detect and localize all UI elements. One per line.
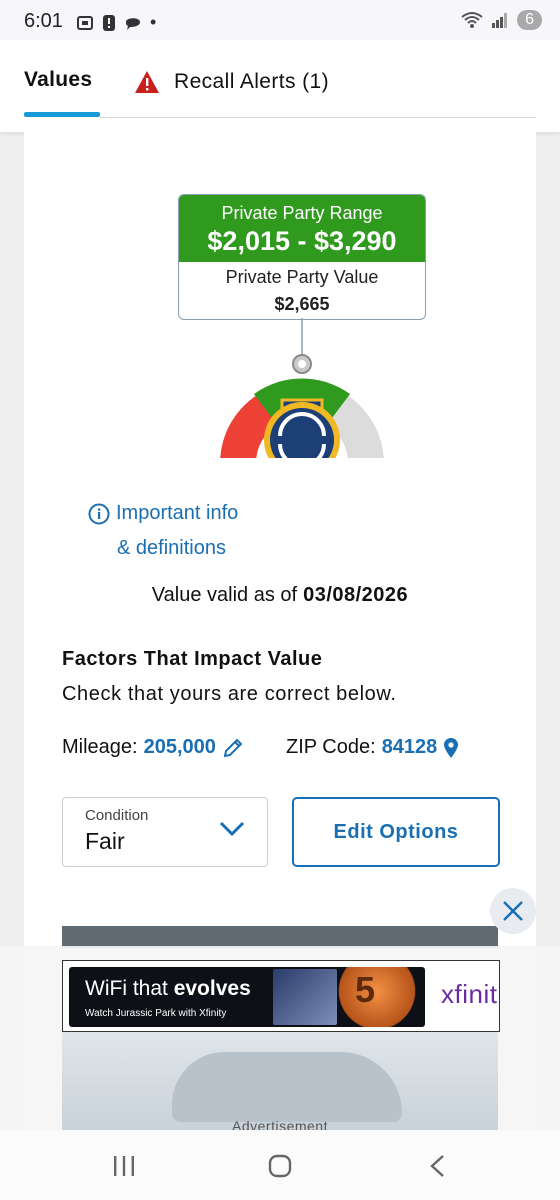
condition-value: Fair: [85, 828, 125, 854]
condition-select[interactable]: Condition Fair: [62, 797, 268, 867]
valid-prefix: Value valid as of: [151, 584, 298, 606]
ad-movie-poster: [273, 969, 337, 1025]
private-party-value: $2,665: [274, 294, 330, 314]
status-time: 6:01: [24, 10, 63, 32]
system-nav-bar: [0, 1130, 560, 1200]
ad-badge: [337, 967, 417, 1027]
factors-subtitle: Check that yours are correct below.: [62, 683, 397, 705]
ad-dark-panel: WiFi that evolves Watch Jurassic Park wi…: [69, 967, 425, 1027]
active-tab-indicator: [24, 112, 100, 117]
valid-date: 03/08/2026: [303, 584, 409, 606]
recents-icon[interactable]: [112, 1154, 136, 1178]
warning-icon: [135, 71, 159, 93]
important-info-link[interactable]: Important info & definitions: [88, 496, 238, 566]
signal-icon: [492, 13, 508, 28]
ad-subline: Watch Jurassic Park with Xfinity: [85, 1008, 227, 1019]
ad-banner[interactable]: WiFi that evolves Watch Jurassic Park wi…: [62, 960, 500, 1032]
mileage-label: Mileage:: [62, 736, 138, 758]
range-label: Private Party Range: [221, 203, 383, 223]
pencil-icon[interactable]: [222, 737, 244, 759]
factors-title: Factors That Impact Value: [62, 648, 323, 670]
ad-overlay: WiFi that evolves Watch Jurassic Park wi…: [0, 946, 560, 1134]
info-link-line2: & definitions: [117, 537, 226, 559]
zip-label: ZIP Code:: [286, 736, 376, 758]
ad-headline: WiFi that evolves: [85, 977, 251, 1000]
home-icon[interactable]: [268, 1154, 292, 1178]
value-range-box: Private Party Range $2,015 - $3,290 Priv…: [178, 194, 426, 320]
private-party-value-label: Private Party Value: [225, 267, 379, 287]
close-ad-button[interactable]: [490, 888, 536, 934]
tab-bar: Values Recall Alerts (1): [0, 40, 560, 132]
status-bar: 6:01 • 6: [0, 0, 560, 40]
value-valid-as-of: Value valid as of 03/08/2026: [24, 584, 536, 607]
vehicle-photo-top: [62, 926, 498, 948]
ad-brand: xfinit: [441, 979, 498, 1009]
dot-icon: •: [150, 12, 157, 32]
info-link-line1: Important info: [116, 502, 239, 524]
wifi-icon: [461, 12, 483, 28]
tab-recall-alerts[interactable]: Recall Alerts (1): [134, 70, 329, 94]
back-icon[interactable]: [428, 1154, 448, 1178]
chevron-down-icon: [219, 821, 245, 837]
location-pin-icon[interactable]: [443, 737, 459, 759]
tab-values[interactable]: Values: [24, 68, 92, 92]
mileage-value[interactable]: 205,000: [144, 736, 216, 759]
zip-code-field[interactable]: ZIP Code: 84128: [286, 736, 459, 759]
screenshot-icon: [77, 15, 93, 30]
chat-icon: [126, 17, 140, 30]
status-right: 6: [461, 10, 542, 30]
edit-options-button[interactable]: Edit Options: [292, 797, 500, 867]
range-value: $2,015 - $3,290: [207, 226, 397, 256]
tab-divider: [100, 117, 536, 118]
close-icon: [503, 901, 523, 921]
vehicle-photo: [62, 1032, 498, 1130]
mileage-field[interactable]: Mileage: 205,000: [62, 736, 244, 759]
value-gauge: [220, 318, 384, 458]
battery-badge: 6: [517, 10, 542, 30]
car-silhouette: [172, 1052, 402, 1122]
tab-recall-label: Recall Alerts (1): [174, 70, 330, 93]
ad-badge-number: 5: [355, 969, 376, 1010]
info-icon: [88, 503, 110, 524]
condition-label: Condition: [85, 807, 149, 824]
alert-icon: [103, 14, 115, 31]
notification-icons: •: [76, 12, 156, 33]
zip-value[interactable]: 84128: [382, 736, 438, 759]
range-header: Private Party Range $2,015 - $3,290: [179, 195, 425, 262]
